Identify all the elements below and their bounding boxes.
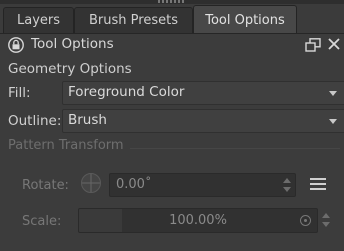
dock-grip-handle[interactable] <box>158 0 184 3</box>
spin-down-icon[interactable] <box>283 187 291 192</box>
spin-down-icon[interactable] <box>322 222 330 227</box>
spin-up-icon[interactable] <box>322 213 330 218</box>
fill-label: Fill: <box>8 85 31 101</box>
tab-layers[interactable]: Layers <box>3 7 74 33</box>
group-divider <box>130 148 340 149</box>
close-icon[interactable] <box>327 36 341 52</box>
outline-label: Outline: <box>8 113 62 129</box>
lock-icon[interactable] <box>8 37 24 53</box>
dock-top-bar <box>0 0 344 4</box>
rotate-value: 0.00˚ <box>116 177 152 192</box>
rotation-dial-icon[interactable] <box>80 172 102 194</box>
scale-spin-buttons[interactable] <box>320 210 332 232</box>
scale-label: Scale: <box>22 214 62 229</box>
hamburger-menu-icon[interactable] <box>310 178 326 191</box>
rotate-spin-buttons[interactable] <box>281 175 293 195</box>
tool-options-panel: Tool Options Geometry Options Fill: Fore… <box>0 34 344 251</box>
docker-tab-bar: Layers Brush Presets Tool Options <box>0 5 344 34</box>
tab-tool-options[interactable]: Tool Options <box>193 5 297 34</box>
fill-dropdown-value: Foreground Color <box>68 84 185 100</box>
chevron-down-icon <box>329 119 337 124</box>
rotate-label: Rotate: <box>22 178 69 193</box>
scale-slider[interactable]: 100.00% <box>78 208 318 233</box>
tab-brush-presets[interactable]: Brush Presets <box>74 7 193 33</box>
fill-dropdown[interactable]: Foreground Color <box>62 81 344 105</box>
rotate-spinbox[interactable]: 0.00˚ <box>109 173 296 197</box>
panel-title: Tool Options <box>31 36 114 52</box>
scale-value: 100.00% <box>169 213 227 228</box>
panel-title-bar: Tool Options <box>0 34 344 56</box>
spin-up-icon[interactable] <box>283 178 291 183</box>
geometry-options-label: Geometry Options <box>8 61 132 77</box>
outline-dropdown-value: Brush <box>68 112 107 128</box>
outline-dropdown[interactable]: Brush <box>62 109 344 133</box>
float-icon[interactable] <box>305 38 321 52</box>
pattern-transform-title: Pattern Transform <box>8 138 124 153</box>
target-icon[interactable] <box>300 215 311 226</box>
chevron-down-icon <box>329 91 337 96</box>
